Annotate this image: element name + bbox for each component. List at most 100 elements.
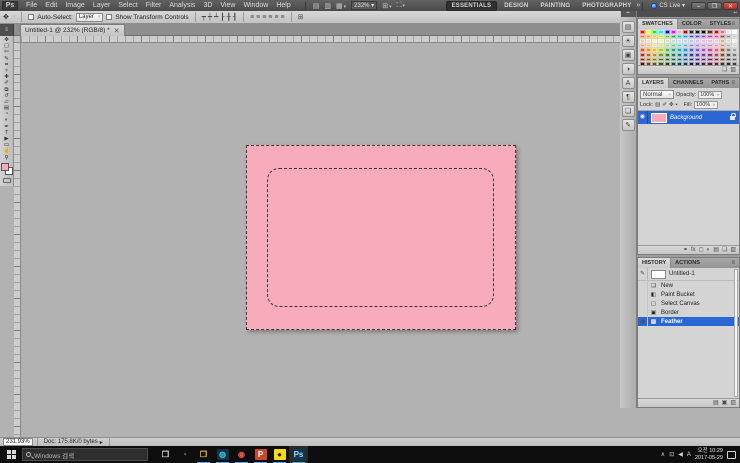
color-swatch[interactable] [725, 57, 731, 62]
panel-tab[interactable]: LAYERS [638, 78, 669, 88]
color-swatch[interactable] [695, 57, 701, 62]
color-swatch[interactable] [707, 57, 713, 62]
panel-menu-icon[interactable]: ≡ [731, 78, 737, 88]
color-swatch[interactable] [707, 34, 713, 39]
task-view-button[interactable]: ❐ [156, 446, 175, 463]
minimize-button[interactable]: – [691, 1, 706, 10]
internet-app-button[interactable]: ◍ [213, 446, 232, 463]
expand-panels-icon[interactable]: ▪▪ [620, 11, 636, 17]
layer-style-icon[interactable]: fx [691, 246, 696, 254]
mini-bridge-panel-icon[interactable]: ▤ [621, 21, 635, 33]
mini-bridge-icon[interactable]: ▥ [324, 2, 331, 10]
cs-live-button[interactable]: CS Live ▾ [651, 2, 685, 9]
color-swatch[interactable] [664, 48, 670, 52]
adjustment-layer-icon[interactable]: ◐ [707, 246, 711, 254]
menu-item[interactable]: 3D [199, 2, 216, 9]
chrome-button[interactable]: ◉ [232, 446, 251, 463]
layer-thumbnail[interactable] [651, 112, 667, 123]
character-panel-icon[interactable]: A [621, 77, 635, 89]
distribute-left-edges-icon[interactable]: ≡ [268, 14, 272, 21]
color-swatch[interactable] [640, 39, 646, 43]
color-swatch[interactable] [652, 30, 658, 34]
color-swatch[interactable] [719, 52, 725, 57]
history-snapshot-row[interactable]: ✎ Untitled-1 [638, 268, 739, 281]
color-swatch[interactable] [725, 34, 731, 39]
photoshop-button[interactable]: Ps [289, 446, 308, 463]
color-swatch[interactable] [689, 52, 695, 57]
layer-comps-panel-icon[interactable]: ❏ [621, 105, 635, 117]
color-swatch[interactable] [695, 34, 701, 39]
color-swatch[interactable] [701, 57, 707, 62]
distribute-top-edges-icon[interactable]: ≡ [250, 14, 254, 21]
color-swatch[interactable] [676, 48, 682, 52]
color-swatch[interactable] [640, 52, 646, 57]
history-step[interactable]: ↺ ▨ Feather [638, 317, 739, 326]
layer-group-icon[interactable]: ▤ [713, 246, 719, 254]
quick-mask-button[interactable] [2, 177, 11, 183]
color-swatch[interactable] [640, 30, 646, 34]
distribute-bottom-edges-icon[interactable]: ≡ [262, 14, 266, 21]
powerpoint-button[interactable]: P [251, 446, 270, 463]
history-step[interactable]: ▢ Select Canvas [638, 299, 739, 308]
history-source-cell[interactable] [638, 281, 648, 290]
color-swatch[interactable] [701, 43, 707, 48]
taskbar-search-input[interactable]: Windows 검색 [22, 448, 148, 461]
align-left-edges-icon[interactable]: ┠ [220, 13, 224, 21]
close-button[interactable]: ✕ [723, 1, 738, 10]
align-top-edges-icon[interactable]: ┯ [202, 13, 206, 21]
workspace-button[interactable]: DESIGN [499, 2, 533, 10]
color-swatch[interactable] [719, 48, 725, 52]
color-swatch[interactable] [689, 43, 695, 48]
screen-mode-icon[interactable]: ⛶▾ [397, 2, 405, 10]
align-vertical-centers-icon[interactable]: ┿ [208, 13, 212, 21]
color-swatch[interactable] [658, 48, 664, 52]
color-swatch[interactable] [670, 39, 676, 43]
panel-tab[interactable]: PATHS [707, 78, 733, 88]
color-swatch[interactable] [713, 57, 719, 62]
panel-tab[interactable]: SWATCHES [638, 19, 678, 29]
align-right-edges-icon[interactable]: ┨ [233, 13, 237, 21]
panel-tab[interactable]: HISTORY [638, 258, 672, 268]
color-swatch[interactable] [689, 48, 695, 52]
color-swatch[interactable] [670, 34, 676, 39]
color-swatch[interactable] [731, 34, 737, 39]
color-swatch[interactable] [676, 52, 682, 57]
color-swatch[interactable] [646, 34, 652, 39]
ime-indicator[interactable]: A [687, 452, 691, 458]
color-swatch[interactable] [646, 30, 652, 34]
auto-select-dropdown[interactable]: Layer ▾ [75, 12, 104, 22]
close-tab-icon[interactable]: ✕ [114, 27, 120, 35]
align-horizontal-centers-icon[interactable]: ╂ [227, 13, 231, 21]
color-swatch[interactable] [676, 57, 682, 62]
menu-item[interactable]: View [216, 2, 239, 9]
restore-button[interactable]: ❐ [707, 1, 722, 10]
panel-tab[interactable]: CHANNELS [669, 78, 708, 88]
arrange-documents-icon[interactable]: ⊞▾ [382, 2, 391, 10]
color-swatch[interactable] [689, 39, 695, 43]
color-swatch[interactable] [646, 57, 652, 62]
canvas-document[interactable] [246, 145, 516, 330]
document-tab[interactable]: Untitled-1 @ 232% (RGB/8) * ✕ [20, 24, 125, 36]
action-center-icon[interactable] [727, 450, 736, 459]
chevron-down-icon[interactable]: ▾ [13, 14, 16, 20]
workspace-button[interactable]: PAINTING [535, 2, 575, 10]
history-step[interactable]: ▣ Border [638, 308, 739, 317]
history-scrollbar[interactable] [734, 269, 738, 397]
masks-panel-icon[interactable]: ▣ [621, 49, 635, 61]
menu-item[interactable]: Filter [142, 2, 166, 9]
color-swatch[interactable] [664, 39, 670, 43]
zoom-tool[interactable]: ⚲ [1, 155, 13, 161]
link-layers-icon[interactable]: ⚭ [683, 246, 688, 254]
color-swatch[interactable] [664, 34, 670, 39]
color-swatch[interactable] [652, 48, 658, 52]
color-swatch[interactable] [695, 48, 701, 52]
new-swatch-icon[interactable]: ❏ [722, 66, 727, 74]
history-source-cell[interactable] [638, 299, 648, 308]
color-swatch[interactable] [646, 48, 652, 52]
menu-item[interactable]: Layer [89, 2, 115, 9]
history-source-cell[interactable]: ↺ [638, 317, 648, 326]
horizontal-ruler[interactable] [14, 36, 620, 43]
menu-item[interactable]: Window [239, 2, 272, 9]
color-swatch[interactable] [713, 48, 719, 52]
menu-item[interactable]: Select [114, 2, 141, 9]
